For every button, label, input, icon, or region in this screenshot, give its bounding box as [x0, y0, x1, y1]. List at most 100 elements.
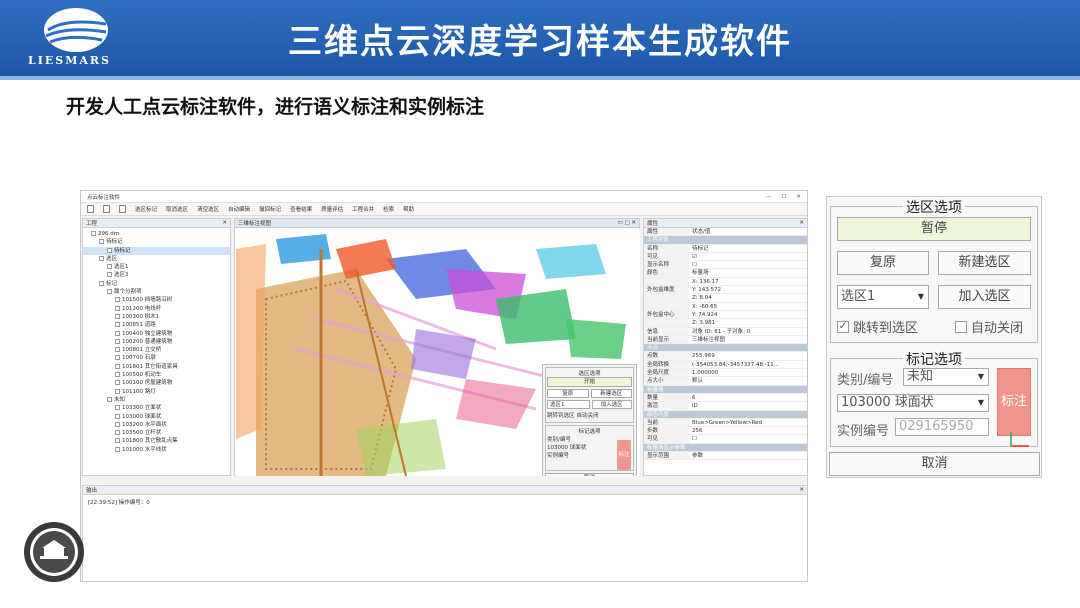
- tree-checkbox-icon[interactable]: [107, 247, 112, 253]
- toolbar-undo-mark[interactable]: 撤回标记: [259, 205, 281, 213]
- tree-checkbox-icon[interactable]: [115, 305, 120, 311]
- delete-icon[interactable]: [119, 205, 126, 213]
- tree-item[interactable]: 101000 水平线状: [83, 446, 230, 454]
- tree-item[interactable]: 296.dm: [83, 230, 230, 238]
- toolbar-help[interactable]: 帮助: [403, 205, 414, 213]
- open-file-icon[interactable]: [103, 205, 110, 213]
- toolbar-search[interactable]: 检索: [383, 205, 394, 213]
- tree-checkbox-icon[interactable]: [107, 272, 112, 278]
- tree-checkbox-icon[interactable]: [115, 388, 120, 394]
- mini-jump-checkbox[interactable]: 跳转到选区: [547, 411, 575, 419]
- properties-tab-params[interactable]: 参数: [689, 452, 807, 459]
- mini-auto-close-checkbox[interactable]: 自动关闭: [577, 411, 599, 419]
- tree-item[interactable]: 103000 球面状: [83, 413, 230, 421]
- tree-checkbox-icon[interactable]: [115, 380, 120, 386]
- tree-checkbox-icon[interactable]: [91, 231, 96, 236]
- tree-item[interactable]: 100801 立交桥: [83, 346, 230, 354]
- tree-checkbox-icon[interactable]: [115, 313, 120, 319]
- toolbar-cancel-select[interactable]: 取消选区: [166, 205, 188, 213]
- panel-close-icon[interactable]: ✕: [799, 487, 804, 493]
- tree-checkbox-icon[interactable]: [99, 255, 104, 261]
- tree-item[interactable]: 101500 挡墙路沿树: [83, 296, 230, 304]
- tree-checkbox-icon[interactable]: [107, 396, 112, 402]
- properties-row[interactable]: 全局转换 (-354053.84;-3457337.48;-11...: [644, 360, 807, 370]
- tree-item[interactable]: 属个分割项: [83, 288, 230, 296]
- tree-checkbox-icon[interactable]: [115, 446, 120, 452]
- mark-button[interactable]: 标注: [997, 368, 1031, 436]
- new-file-icon[interactable]: [87, 205, 94, 213]
- toolbar-quality[interactable]: 质量评估: [321, 205, 343, 213]
- tree-item[interactable]: 103300 立面状: [83, 404, 230, 412]
- add-region-button[interactable]: 加入选区: [938, 285, 1031, 309]
- toolbar-clear-select[interactable]: 清空选区: [197, 205, 219, 213]
- properties-row[interactable]: X: -60.65: [644, 302, 807, 311]
- tree-item[interactable]: 101200 电线杆: [83, 305, 230, 313]
- tree-checkbox-icon[interactable]: [115, 297, 120, 303]
- mini-mark-button[interactable]: 标注: [617, 440, 631, 470]
- tree-checkbox-icon[interactable]: [115, 330, 120, 336]
- tree-item[interactable]: 100200 普通建筑物: [83, 338, 230, 346]
- properties-row[interactable]: 外包盒中心 Y: 74.924: [644, 310, 807, 320]
- tree-checkbox-icon[interactable]: [115, 322, 120, 328]
- properties-row[interactable]: 颜色 标量场: [644, 269, 807, 278]
- properties-row[interactable]: 当前 Blue>Green>Yellow>Red: [644, 418, 807, 428]
- properties-row[interactable]: 数量 6: [644, 393, 807, 403]
- tree-checkbox-icon[interactable]: [115, 438, 120, 444]
- toolbar-merge[interactable]: 工程合并: [352, 205, 374, 213]
- mini-add-region-button[interactable]: 加入选区: [591, 400, 632, 409]
- properties-row[interactable]: 显示名称 ☐: [644, 261, 807, 270]
- tree-checkbox-icon[interactable]: [115, 413, 120, 419]
- tree-item[interactable]: 100400 独立建筑物: [83, 330, 230, 338]
- properties-row[interactable]: 点大小 默认: [644, 377, 807, 386]
- tree-checkbox-icon[interactable]: [99, 239, 104, 245]
- panel-close-icon[interactable]: ✕: [799, 220, 804, 226]
- tree-item[interactable]: 101801 其它街道家具: [83, 363, 230, 371]
- tree-item[interactable]: 101800 其它散乱点集: [83, 437, 230, 445]
- tree-checkbox-icon[interactable]: [115, 338, 120, 344]
- tree-checkbox-icon[interactable]: [115, 430, 120, 436]
- category-select[interactable]: 未知 ▼: [903, 368, 989, 386]
- tree-item[interactable]: 100851 道路: [83, 321, 230, 329]
- mini-region-select[interactable]: 选区1: [547, 400, 590, 409]
- properties-row[interactable]: Z: 3.981: [644, 319, 807, 328]
- instance-field[interactable]: 029165950: [895, 418, 989, 436]
- pause-button[interactable]: 暂停: [837, 217, 1031, 241]
- tree-item[interactable]: 待标记: [83, 246, 230, 255]
- toolbar-auto-edit[interactable]: 自动编辑: [228, 205, 250, 213]
- properties-row[interactable]: Z: 8.04: [644, 294, 807, 303]
- tree-checkbox-icon[interactable]: [115, 405, 120, 411]
- tree-item[interactable]: 100700 石墩: [83, 354, 230, 362]
- tree-item[interactable]: 100500 机动车: [83, 371, 230, 379]
- mini-restore-button[interactable]: 复原: [547, 389, 589, 398]
- properties-row[interactable]: 可见 ☐: [644, 435, 807, 444]
- tree-checkbox-icon[interactable]: [115, 372, 120, 378]
- panel-close-icon[interactable]: ✕: [222, 220, 227, 226]
- maximize-icon[interactable]: ☐: [781, 194, 786, 200]
- properties-row[interactable]: 激活 ID: [644, 402, 807, 411]
- jump-to-region-checkbox[interactable]: ✓ 跳转到选区: [837, 317, 918, 336]
- restore-button[interactable]: 复原: [837, 251, 929, 275]
- tree-item[interactable]: 未知: [83, 396, 230, 404]
- properties-row[interactable]: 步数 256: [644, 427, 807, 436]
- tree-item[interactable]: 标记: [83, 280, 230, 288]
- auto-close-checkbox[interactable]: 自动关闭: [955, 317, 1023, 336]
- tree-item[interactable]: 103500 立杆状: [83, 429, 230, 437]
- mini-cancel-button[interactable]: 取消: [545, 473, 634, 476]
- tree-checkbox-icon[interactable]: [115, 421, 120, 427]
- properties-row[interactable]: 名称 待标记: [644, 244, 807, 253]
- tree-checkbox-icon[interactable]: [115, 363, 120, 369]
- mini-new-region-button[interactable]: 新建选区: [590, 389, 632, 398]
- toolbar-view-result[interactable]: 查看结果: [290, 205, 312, 213]
- properties-row[interactable]: 全局尺度 1.000000: [644, 369, 807, 378]
- toolbar-select-mark[interactable]: 选区标记: [135, 205, 157, 213]
- point-cloud-canvas[interactable]: 选区选项 开始 复原 新建选区 选区1 加入选区 跳转到选区 自动关闭 标记选项…: [236, 229, 640, 476]
- minimize-icon[interactable]: —: [766, 194, 772, 200]
- tree-checkbox-icon[interactable]: [115, 347, 120, 353]
- tree-checkbox-icon[interactable]: [115, 355, 120, 361]
- code-select[interactable]: 103000 球面状 ▼: [837, 394, 989, 412]
- tree-item[interactable]: 选区1: [83, 263, 230, 271]
- tree-checkbox-icon[interactable]: [107, 264, 112, 270]
- properties-row[interactable]: 当前显示 三维标注视图: [644, 335, 807, 345]
- tree-item[interactable]: 100300 树木1: [83, 313, 230, 321]
- tree-item[interactable]: 待标记: [83, 238, 230, 246]
